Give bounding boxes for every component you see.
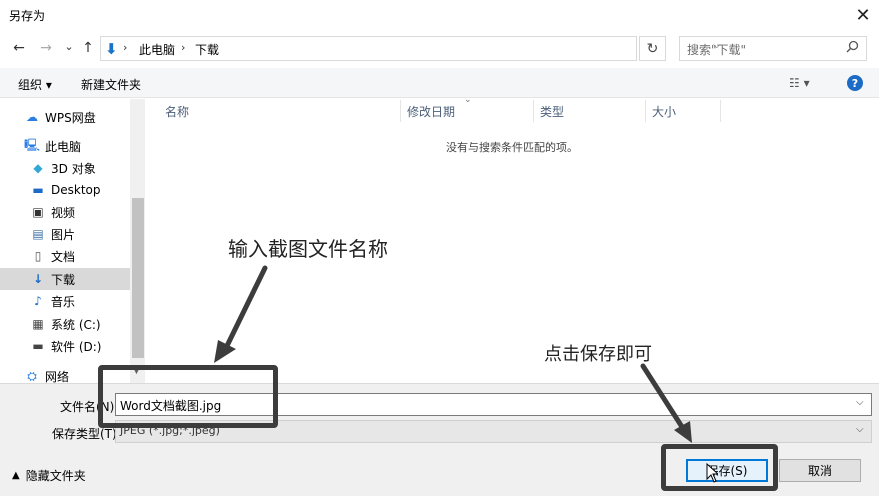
- up-arrow-icon: ↑: [82, 40, 94, 56]
- music-icon: ♪: [34, 294, 42, 308]
- 3d-objects-icon: ◆: [33, 161, 43, 175]
- command-bar: 组织 ▾ 新建文件夹 ☷ ▾ ?: [0, 68, 879, 98]
- back-arrow-icon: ←: [13, 40, 25, 56]
- sidebar-item-label: 视频: [51, 205, 76, 220]
- chevron-down-icon[interactable]: ⌵: [856, 397, 864, 408]
- search-box[interactable]: 搜索"下载": [679, 36, 867, 61]
- sidebar-item-drive-c[interactable]: ▦ 系统 (C:): [0, 313, 130, 335]
- sidebar-item-label: 文档: [51, 249, 76, 264]
- sort-indicator-icon: ⌄: [464, 95, 472, 105]
- sidebar-item-label: 音乐: [51, 294, 76, 309]
- sidebar-item-label: 此电脑: [45, 139, 82, 154]
- view-options-button[interactable]: ☷ ▾: [789, 76, 810, 90]
- forward-arrow-icon: →: [40, 40, 52, 56]
- breadcrumb-this-pc[interactable]: 此电脑: [139, 41, 175, 58]
- empty-list-message: 没有与搜索条件匹配的项。: [446, 141, 578, 154]
- sidebar-item-downloads[interactable]: ↓ 下载: [0, 268, 130, 290]
- sidebar-item-label: 系统 (C:): [51, 317, 101, 332]
- desktop-icon: ▬: [32, 183, 44, 197]
- highlight-box-filename: [98, 365, 278, 428]
- scrollbar-thumb[interactable]: [132, 198, 144, 358]
- organize-menu[interactable]: 组织 ▾: [18, 76, 52, 93]
- hide-folders-toggle[interactable]: ▲ 隐藏文件夹: [12, 467, 86, 484]
- sidebar-item-documents[interactable]: ▯ 文档: [0, 245, 130, 267]
- chevron-down-icon[interactable]: ⌵: [856, 424, 864, 435]
- refresh-button[interactable]: ↻: [639, 36, 666, 61]
- sidebar-item-music[interactable]: ♪ 音乐: [0, 290, 130, 312]
- sidebar-item-pictures[interactable]: ▤ 图片: [0, 223, 130, 245]
- recent-locations-button[interactable]: ⌄: [60, 36, 78, 56]
- mouse-cursor-icon: [706, 462, 720, 487]
- sidebar-item-label: WPS网盘: [45, 110, 96, 125]
- cloud-icon: ☁: [26, 110, 38, 124]
- network-icon: ⛭: [27, 368, 37, 383]
- navigation-pane: ☁ WPS网盘 🖳 此电脑 ◆ 3D 对象 ▬ Desktop ▣ 视频 ▤ 图…: [0, 99, 145, 384]
- title-bar: 另存为 ✕: [0, 0, 879, 31]
- search-icon: [846, 40, 859, 57]
- back-button[interactable]: ←: [10, 38, 28, 58]
- sidebar-item-label: 软件 (D:): [51, 339, 102, 354]
- column-header-type[interactable]: 类型: [534, 100, 646, 122]
- new-folder-button[interactable]: 新建文件夹: [81, 76, 141, 93]
- download-icon: ↓: [32, 272, 44, 286]
- cancel-button[interactable]: 取消: [779, 459, 861, 482]
- breadcrumb-separator: ›: [123, 41, 128, 54]
- computer-icon: 🖳: [24, 137, 41, 152]
- sidebar-item-this-pc[interactable]: 🖳 此电脑: [0, 135, 130, 157]
- chevron-up-icon: ▲: [12, 470, 20, 481]
- breadcrumb-downloads[interactable]: 下载: [195, 41, 219, 58]
- annotation-save-hint: 点击保存即可: [544, 344, 652, 365]
- help-icon[interactable]: ?: [847, 75, 863, 91]
- sidebar-item-drive-d[interactable]: ▬ 软件 (D:): [0, 335, 130, 357]
- breadcrumb-separator: ›: [181, 41, 186, 54]
- documents-icon: ▯: [34, 249, 42, 263]
- sidebar-item-label: 下载: [51, 272, 76, 287]
- sidebar-item-videos[interactable]: ▣ 视频: [0, 201, 130, 223]
- video-icon: ▣: [32, 205, 44, 219]
- column-header-size[interactable]: 大小: [646, 100, 721, 122]
- sidebar-item-label: 3D 对象: [51, 161, 96, 176]
- column-header-name[interactable]: 名称: [159, 100, 401, 122]
- arrow-to-filename: [214, 265, 268, 363]
- hide-folders-label: 隐藏文件夹: [25, 469, 86, 483]
- search-placeholder: 搜索"下载": [687, 43, 747, 57]
- window-title: 另存为: [9, 9, 46, 23]
- refresh-icon: ↻: [646, 40, 659, 57]
- forward-button[interactable]: →: [37, 38, 55, 58]
- sidebar-item-3d-objects[interactable]: ◆ 3D 对象: [0, 157, 130, 179]
- sidebar-item-label: 图片: [51, 227, 76, 242]
- drive-icon: ▦: [32, 317, 44, 331]
- pictures-icon: ▤: [32, 227, 44, 241]
- sidebar-item-wps-drive[interactable]: ☁ WPS网盘: [0, 106, 130, 128]
- close-button[interactable]: ✕: [850, 3, 876, 27]
- address-bar[interactable]: ⬇ › 此电脑 › 下载 ⌵: [100, 36, 721, 61]
- up-button[interactable]: ↑: [79, 38, 97, 58]
- sidebar-item-label: Desktop: [51, 183, 101, 197]
- download-folder-icon: ⬇: [105, 40, 118, 58]
- annotation-filename-hint: 输入截图文件名称: [228, 237, 388, 261]
- sidebar-item-label: 网络: [45, 369, 70, 384]
- close-icon: ✕: [855, 4, 871, 26]
- highlight-box-save: [661, 444, 778, 491]
- sidebar-item-desktop[interactable]: ▬ Desktop: [0, 179, 130, 201]
- drive-icon: ▬: [32, 339, 44, 353]
- chevron-down-icon: ⌄: [64, 39, 74, 53]
